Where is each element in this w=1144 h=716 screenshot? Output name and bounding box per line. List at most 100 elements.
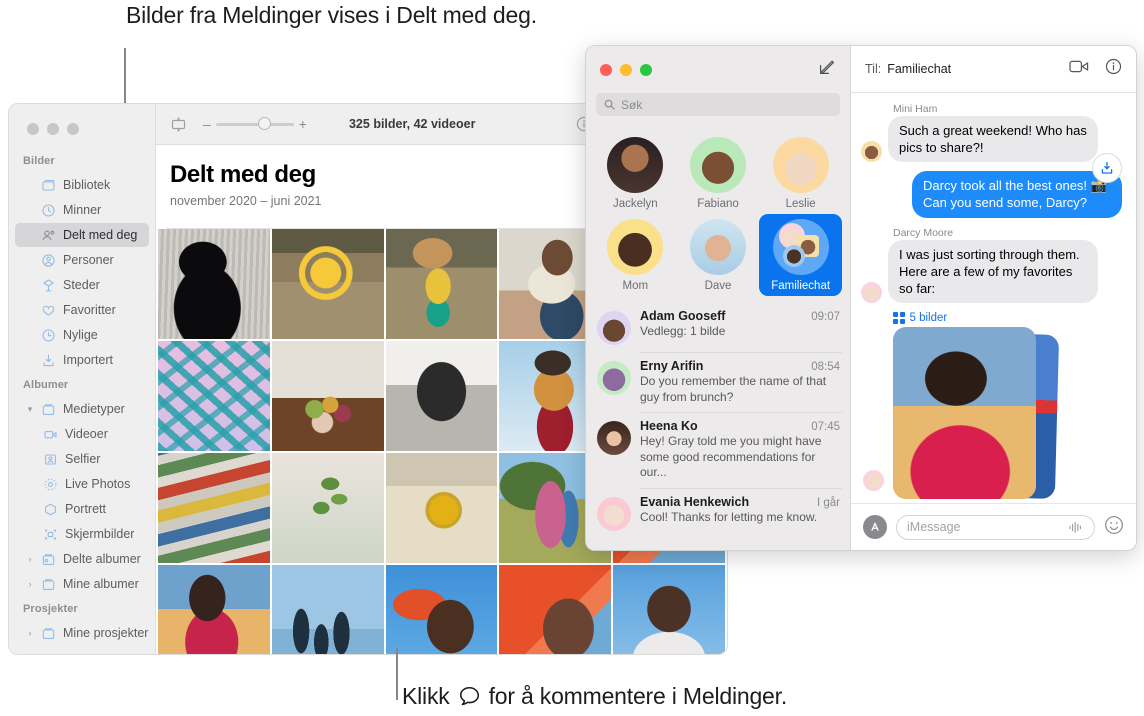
- zoom-in-label[interactable]: +: [299, 116, 307, 132]
- photo-thumbnail[interactable]: [385, 565, 498, 655]
- close-button[interactable]: [600, 63, 612, 76]
- attachment-count-label[interactable]: 5 bilder: [893, 312, 1122, 324]
- photo-thumbnail[interactable]: [158, 229, 270, 339]
- photo-thumbnail[interactable]: [613, 565, 725, 655]
- comment-bubble-icon[interactable]: [165, 654, 180, 655]
- photo-thumbnail[interactable]: [271, 565, 384, 655]
- sidebar-item-delte-albumer[interactable]: › Delte albumer: [15, 547, 149, 571]
- slider-knob[interactable]: [257, 117, 271, 130]
- messages-sidebar: Søk Jackelyn Fabiano Leslie Mom Dave Familiec…: [586, 46, 851, 550]
- emoji-icon[interactable]: [1104, 515, 1124, 540]
- sidebar-item-delt-med-deg[interactable]: Delt med deg: [15, 223, 149, 247]
- zoom-slider[interactable]: [215, 117, 294, 130]
- conversation-list-item[interactable]: Heena Ko 07:45 Hey! Gray told me you might…: [586, 412, 850, 488]
- sidebar-item-bibliotek[interactable]: Bibliotek: [15, 173, 149, 197]
- minimize-button[interactable]: [620, 63, 632, 76]
- message-bubble[interactable]: Such a great weekend! Who has pics to sh…: [884, 116, 1098, 163]
- sidebar-item-nylige[interactable]: Nylige: [15, 323, 149, 347]
- photo-image: [271, 341, 384, 451]
- thread-recipient[interactable]: Familiechat: [887, 62, 951, 76]
- photo-image: [385, 565, 498, 654]
- sidebar-item-skjermbilder[interactable]: Skjermbilder: [15, 522, 149, 546]
- messages-traffic-lights[interactable]: [600, 63, 652, 76]
- photo-image: [613, 565, 725, 654]
- comment-bubble-icon[interactable]: [506, 654, 521, 655]
- audio-waveform-icon[interactable]: [1068, 521, 1084, 534]
- import-icon: [43, 353, 54, 366]
- avatar: [597, 361, 631, 395]
- chevron-right-icon[interactable]: ›: [25, 554, 35, 564]
- chevron-down-icon[interactable]: ▾: [25, 404, 35, 415]
- sidebar-item-mine-albumer[interactable]: › Mine albumer: [15, 572, 149, 596]
- message-sender-name: Mini Ham: [893, 103, 938, 115]
- conversation-list-item[interactable]: Adam Gooseff 09:07 Vedlegg: 1 bilde: [586, 302, 850, 352]
- conversation-list-item[interactable]: Evania Henkewich I går Cool! Thanks for le…: [586, 487, 850, 538]
- sidebar-item-selfier[interactable]: Selfier: [15, 447, 149, 471]
- sidebar-item-personer[interactable]: Personer: [15, 248, 149, 272]
- photo-attachment-front[interactable]: [893, 327, 1036, 500]
- pinned-conversation-familiechat[interactable]: Familiechat: [759, 214, 842, 296]
- photo-image: [271, 565, 384, 654]
- sidebar-item-importert[interactable]: Importert: [15, 348, 149, 372]
- sidebar-item-medietyper[interactable]: ▾ Medietyper: [15, 397, 149, 421]
- conversation-list: Adam Gooseff 09:07 Vedlegg: 1 bilde Erny Ar…: [586, 300, 850, 550]
- photo-thumbnail[interactable]: [158, 453, 270, 563]
- sidebar-item-minner[interactable]: Minner: [15, 198, 149, 222]
- avatar: [689, 219, 746, 275]
- info-icon[interactable]: [1105, 58, 1122, 80]
- sidebar-item-live-photos[interactable]: Live Photos: [15, 472, 149, 496]
- minimize-button[interactable]: [47, 123, 59, 135]
- message-bubble[interactable]: I was just sorting through them. Here ar…: [884, 239, 1098, 304]
- chevron-right-icon[interactable]: ›: [25, 628, 35, 638]
- sidebar-item-mine-prosjekter[interactable]: › Mine prosjekter: [15, 621, 149, 645]
- chevron-right-icon[interactable]: ›: [25, 579, 35, 589]
- compose-icon[interactable]: [818, 58, 836, 81]
- photo-thumbnail[interactable]: [271, 341, 384, 451]
- save-attachment-button[interactable]: [1092, 153, 1122, 183]
- sidebar-item-steder[interactable]: Steder: [15, 273, 149, 297]
- photo-thumbnail[interactable]: [385, 229, 498, 339]
- pinned-conversation-mom[interactable]: Mom: [594, 214, 677, 296]
- photo-thumbnail[interactable]: [158, 341, 270, 451]
- photo-image: [385, 341, 498, 451]
- pinned-conversation-label: Jackelyn: [612, 198, 658, 210]
- avatar: [607, 137, 664, 193]
- pinned-conversation-fabiano[interactable]: Fabiano: [677, 132, 760, 214]
- pinned-conversation-leslie[interactable]: Leslie: [759, 132, 842, 214]
- photo-thumbnail[interactable]: [271, 229, 384, 339]
- slider-track: [215, 123, 294, 126]
- comment-bubble-icon[interactable]: [620, 654, 635, 655]
- avatar: [772, 137, 829, 193]
- maximize-button[interactable]: [640, 63, 652, 76]
- message-bubble[interactable]: Darcy took all the best ones! 📸 Can you …: [912, 171, 1126, 218]
- close-button[interactable]: [27, 123, 39, 135]
- facetime-icon[interactable]: [1069, 59, 1089, 79]
- photo-thumbnail[interactable]: [385, 341, 498, 451]
- photo-attachment-stack[interactable]: [893, 327, 1060, 502]
- conversation-sender: Heena Ko: [640, 419, 698, 434]
- sidebar-item-videoer[interactable]: Videoer: [15, 422, 149, 446]
- photo-thumbnail[interactable]: [271, 453, 384, 563]
- zoom-out-label[interactable]: –: [203, 116, 211, 132]
- zoom-control[interactable]: – +: [203, 116, 307, 132]
- photo-thumbnail[interactable]: [499, 565, 612, 655]
- imessage-input[interactable]: iMessage: [896, 514, 1095, 540]
- comment-bubble-icon[interactable]: [393, 654, 408, 655]
- search-input[interactable]: Søk: [596, 93, 840, 116]
- conversation-time: 08:54: [811, 361, 840, 373]
- comment-bubble-icon[interactable]: [279, 654, 294, 655]
- maximize-button[interactable]: [67, 123, 79, 135]
- avatar: [597, 421, 631, 456]
- photo-thumbnail[interactable]: [158, 565, 270, 655]
- pinned-conversation-dave[interactable]: Dave: [677, 214, 760, 296]
- sidebar-item-favoritter[interactable]: Favoritter: [15, 298, 149, 322]
- slideshow-icon[interactable]: [170, 116, 187, 133]
- photos-traffic-lights[interactable]: [9, 114, 155, 149]
- pinned-conversation-jackelyn[interactable]: Jackelyn: [594, 132, 677, 214]
- sidebar-item-portrett[interactable]: Portrett: [15, 497, 149, 521]
- app-store-icon[interactable]: [863, 515, 887, 539]
- search-placeholder: Søk: [621, 97, 643, 112]
- photo-thumbnail[interactable]: [385, 453, 498, 563]
- sidebar-heading-bilder: Bilder: [23, 155, 55, 167]
- conversation-list-item[interactable]: Erny Arifin 08:54 Do you remember the name…: [586, 352, 850, 412]
